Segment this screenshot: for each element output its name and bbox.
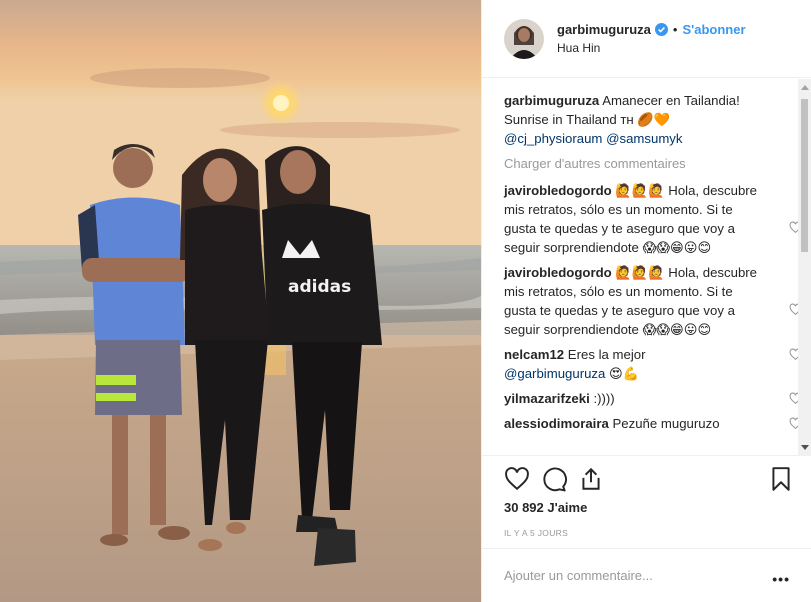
likes-count[interactable]: 30 892 J'aime <box>504 500 587 515</box>
comment: javirobledogordo 🙋🙋🙋 Hola, descubre mis … <box>504 263 802 339</box>
bookmark-icon[interactable] <box>768 466 794 492</box>
heart-icon[interactable] <box>504 466 530 492</box>
caption-mention[interactable]: @samsumyk <box>606 131 682 146</box>
avatar[interactable] <box>504 18 544 59</box>
scroll-up-arrow-icon[interactable] <box>801 85 809 90</box>
scroll-down-arrow-icon[interactable] <box>801 445 809 450</box>
add-comment-bar: ••• <box>482 548 811 602</box>
scrollbar-thumb[interactable] <box>801 99 808 252</box>
beach-sunrise-photo: adidas <box>0 0 481 602</box>
comment-text: Eres la mejor <box>567 347 646 362</box>
location-link[interactable]: Hua Hin <box>557 41 746 55</box>
caption: garbimuguruza Amanecer en Tailandia! Sun… <box>504 91 782 148</box>
load-more-comments-button[interactable]: Charger d'autres commentaires <box>504 156 782 171</box>
comments-list[interactable]: garbimuguruza Amanecer en Tailandia! Sun… <box>482 79 811 456</box>
header-text: garbimuguruza • S'abonner Hua Hin <box>557 22 746 55</box>
svg-text:adidas: adidas <box>288 277 351 297</box>
add-comment-input[interactable] <box>504 568 754 583</box>
share-icon[interactable] <box>578 466 604 492</box>
comment-emojis: 😱😱😁😛😊 <box>642 322 712 337</box>
more-options-button[interactable]: ••• <box>772 571 790 587</box>
post-side-panel: garbimuguruza • S'abonner Hua Hin garbim… <box>481 0 811 602</box>
comment-mention[interactable]: @garbimuguruza <box>504 366 605 381</box>
post-photo[interactable]: adidas <box>0 0 481 602</box>
post-timestamp[interactable]: IL Y A 5 JOURS <box>504 528 568 538</box>
header-top-row: garbimuguruza • S'abonner <box>557 22 746 37</box>
post-header: garbimuguruza • S'abonner Hua Hin <box>482 0 811 78</box>
header-username[interactable]: garbimuguruza <box>557 22 651 37</box>
comment-text: :)))) <box>593 391 615 406</box>
comment-username[interactable]: javirobledogordo <box>504 265 612 280</box>
verified-badge-icon <box>654 23 668 36</box>
comments-scrollbar[interactable] <box>798 79 811 456</box>
instagram-post: adidas garbimuguruza • S'abonner Hua Hin… <box>0 0 811 602</box>
comment-username[interactable]: nelcam12 <box>504 347 564 362</box>
caption-mention[interactable]: @cj_physioraum <box>504 131 602 146</box>
comment: yilmazarifzeki :)))) <box>504 389 802 408</box>
comment-emojis: 😱😱😁😛😊 <box>642 240 712 255</box>
caption-emojis: 🏉🧡 <box>637 112 671 127</box>
comment-username[interactable]: javirobledogordo <box>504 183 612 198</box>
comment-username[interactable]: yilmazarifzeki <box>504 391 590 406</box>
comment: javirobledogordo 🙋🙋🙋 Hola, descubre mis … <box>504 181 802 257</box>
caption-username[interactable]: garbimuguruza <box>504 93 599 108</box>
follow-button[interactable]: S'abonner <box>682 22 745 37</box>
header-separator: • <box>672 22 678 37</box>
comment-bubble-icon[interactable] <box>541 466 567 492</box>
comment-emojis: 😍💪 <box>605 366 640 381</box>
comment: nelcam12 Eres la mejor @garbimuguruza 😍💪 <box>504 345 802 383</box>
comment-text: Pezuñe muguruzo <box>612 416 720 431</box>
comment: alessiodimoraira Pezuñe muguruzo <box>504 414 802 433</box>
comment-username[interactable]: alessiodimoraira <box>504 416 609 431</box>
action-bar <box>504 466 794 494</box>
